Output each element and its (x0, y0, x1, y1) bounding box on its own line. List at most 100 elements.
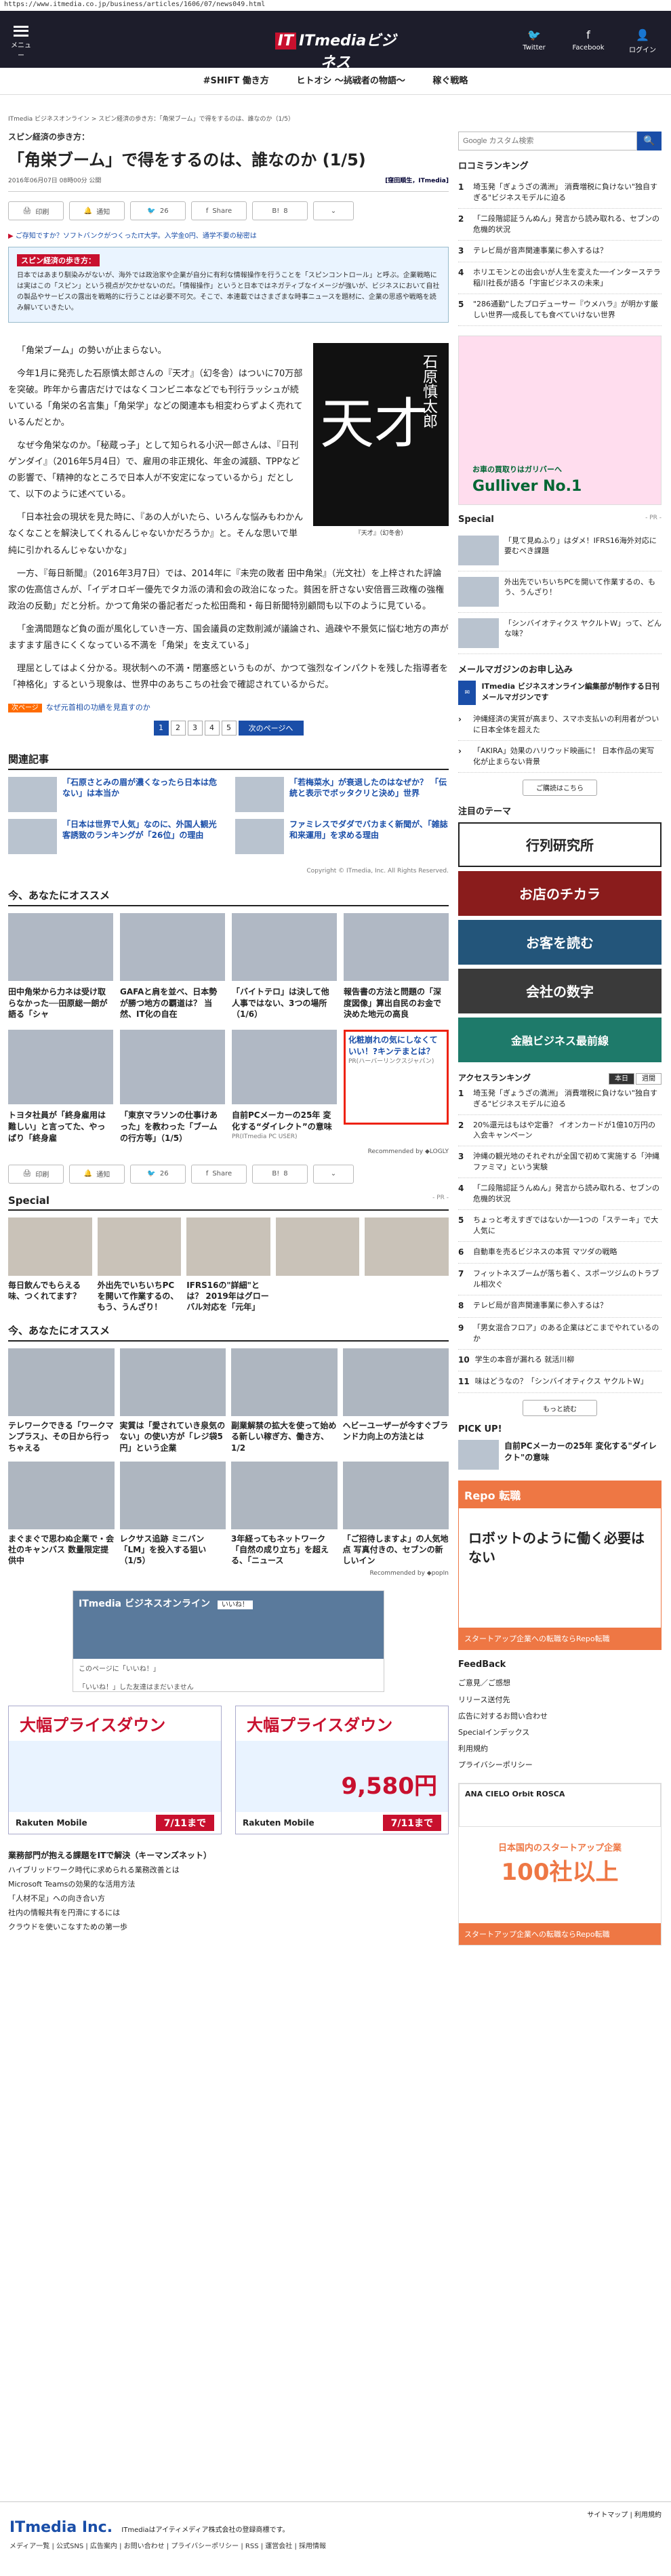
recommend-item[interactable]: 「東京マラソンの仕事けあった」を教わった「ブームの行方等」（1/5） (120, 1030, 225, 1144)
recommend-item[interactable]: トヨタ社員が「終身雇用は難しい」と言ってた、やっぱり「終身雇 (8, 1030, 113, 1144)
special-side-item[interactable]: 外出先でいちいちPCを開いて作業するの、もう、うんざり！ (458, 571, 662, 613)
feedback-link[interactable]: Specialインデックス (458, 1725, 662, 1741)
theme-banner[interactable]: 金融ビジネス最前線 (458, 1017, 662, 1062)
tieup-item[interactable]: Microsoft Teamsの効果的な活用方法 (8, 1878, 449, 1892)
page-5[interactable]: 5 (221, 720, 237, 736)
special-item[interactable]: 外出先でいちいちPCを開いて作業するの、もう、うんざり！ (97, 1217, 182, 1313)
facebook-share-button[interactable]: f Share (191, 1164, 247, 1184)
theme-banner[interactable]: 会社の数字 (458, 968, 662, 1013)
related-item[interactable]: 「日本は世界で人気」なのに、外国人観光客誘致のランキングが「26位」の理由 (8, 818, 222, 854)
search-input[interactable] (458, 132, 637, 150)
promo-link[interactable]: ▶ ご存知ですか？ソフトバンクがつくったIT大学。入学金0円、通学不要の秘密は (8, 230, 449, 240)
mailmag-item[interactable]: › 「AKIRA」効果のハリウッド映画に！ 日本作品の実写化が止まらない背景 (458, 741, 662, 773)
recommend-item[interactable]: レクサス追跡 ミニバン「LM」を投入する狙い（1/5） (119, 1461, 226, 1567)
facebook-page-like[interactable]: このページに「いいね！」 (73, 1659, 384, 1677)
feedback-link[interactable]: プライバシーポリシー (458, 1757, 662, 1773)
ranking-item[interactable]: 4 ホリエモンとの出会いが人生を変えた──インターステラ稲川社長が語る「宇宙ビジネ… (458, 262, 662, 295)
next-page-teaser[interactable]: 次ページ なぜ元首相の功績を見直すのか (8, 702, 449, 712)
special-item[interactable] (365, 1217, 449, 1313)
tieup-item[interactable]: 「人材不足」への向き合い方 (8, 1892, 449, 1906)
hatena-button[interactable]: B! 8 (252, 201, 308, 220)
ranking-item[interactable]: 2 20%還元はもはや定番？ イオンカードが1億10万円の入会キャンペーン (458, 1115, 662, 1147)
footer-sitemap[interactable]: サイトマップ | 利用規約 (9, 2509, 662, 2519)
tieup-item[interactable]: ハイブリッドワーク時代に求められる業務改善とは (8, 1864, 449, 1878)
logly-credit[interactable]: Recommended by ◆LOGLY (8, 1148, 449, 1155)
nav-strategy[interactable]: 稼ぐ戦略 (432, 76, 468, 86)
ranking-item[interactable]: 1 埼玉発「ぎょうざの満洲」 消費増税に負けない"独自すぎる"ビジネスモデルに迫る (458, 1083, 662, 1115)
recommend-item[interactable]: 3年経ってもネットワーク「自然の成り立ち」を超える、「ニュース (231, 1461, 338, 1567)
recommend-item[interactable]: 実質は「愛されていき泉気のない」の使い方が「レジ袋5円」という企業 (119, 1348, 226, 1453)
ranking-item[interactable]: 4 「二段階認証うんぬん」発言から読み取れる、セブンの危機的状況 (458, 1178, 662, 1211)
facebook-page-header[interactable]: ITmedia ビジネスオンライン いいね！ (73, 1591, 384, 1659)
ranking-item[interactable]: 2 「二段階認証うんぬん」発言から読み取れる、セブンの危機的状況 (458, 209, 662, 241)
pocket-button[interactable]: ⌄ (313, 1164, 354, 1184)
print-button[interactable]: 🖨 印刷 (8, 201, 64, 220)
ad-banner[interactable]: 大幅プライスダウン 9,580円 Rakuten Mobile 7/11まで (235, 1706, 449, 1835)
feedback-link[interactable]: 利用規約 (458, 1741, 662, 1757)
recommend-item-pr[interactable]: 自前PCメーカーの25年 変化する“ダイレクト”の意味 PR(ITmedia PC… (232, 1030, 337, 1144)
site-logo[interactable]: IT ITmediaビジネス ONLINE (271, 28, 400, 81)
special-side-item[interactable]: 「シンバイオティクス ヤクルトW」って、どんな味？ (458, 613, 662, 654)
menu-button[interactable]: メニュー (11, 26, 31, 60)
car-ad[interactable]: Gulliver No.1 お車の買取りはガリバーへ (458, 335, 662, 505)
notify-button[interactable]: 🔔 通知 (69, 1164, 125, 1184)
breadcrumb[interactable]: ITmedia ビジネスオンライン > スピン経済の歩き方：「角栄ブーム」で得を… (8, 114, 449, 123)
theme-banner[interactable]: お店のチカラ (458, 870, 662, 916)
subscribe-button[interactable]: ご購読はこちら (523, 779, 597, 796)
facebook-share-button[interactable]: f Share (191, 201, 247, 220)
recommend-item[interactable]: まぐまぐで思わぬ企業で・会社のキャンバス 数量限定提供中 (8, 1461, 115, 1567)
ranking-item[interactable]: 5 "286通勤"したプロデューサー『ウメハラ』が明かす厳しい世界──成長しても食… (458, 294, 662, 326)
tab-week[interactable]: 週間 (636, 1072, 662, 1085)
ranking-item[interactable]: 5 ちょっと考えすぎではないか──1つの「ステーキ」で大人気に (458, 1210, 662, 1243)
tweet-button[interactable]: 🐦 26 (130, 201, 186, 220)
author[interactable]: [窪田順生，ITmedia] (385, 176, 449, 184)
special-side-item[interactable]: 「見て見ぬふり」はダメ！IFRS16海外対応に要むべき課題 (458, 530, 662, 571)
nav-shift[interactable]: #SHIFT 働き方 (203, 76, 269, 86)
ranking-item[interactable]: 6 自動車を売るビジネスの本質 マツダの戦略 (458, 1242, 662, 1264)
ranking-item[interactable]: 3 テレビ局が音声関連事業に参入するは？ (458, 241, 662, 263)
feedback-link[interactable]: 広告に対するお問い合わせ (458, 1708, 662, 1725)
popin-credit[interactable]: Recommended by ◆popIn (8, 1570, 449, 1577)
ranking-item[interactable]: 10 学生の本音が漏れる 就活川柳 (458, 1350, 662, 1371)
related-item[interactable]: 「石原さとみの眉が濃くなったら日本は危ない」は本当か (8, 776, 222, 812)
pocket-button[interactable]: ⌄ (313, 201, 354, 220)
ranking-item[interactable]: 3 沖縄の観光地のそれぞれが全国で初めて実施する「沖縄ファミマ」という実験 (458, 1146, 662, 1179)
hatena-button[interactable]: B! 8 (252, 1164, 308, 1184)
search-icon[interactable]: 🔍 (637, 132, 662, 150)
related-item[interactable]: ファミレスでダダでバカまく新聞が、「雑誌和来運用」を求める理由 (235, 818, 449, 854)
pickup-item[interactable]: 自前PCメーカーの25年 変化する"ダイレクト"の意味 (458, 1440, 662, 1470)
facebook-link[interactable]: f Facebook (569, 28, 607, 52)
ranking-item[interactable]: 9 「男女混合フロア」のある企業はどこまでやれているのか (458, 1318, 662, 1350)
recommend-item[interactable]: GAFAと肩を並べ、日本勢が勝つ地方の覇道は？ 当然、IT化の自在 (120, 912, 225, 1020)
tieup-item[interactable]: 社内の情報共有を円滑にするには (8, 1906, 449, 1920)
special-item[interactable] (275, 1217, 360, 1313)
theme-banner[interactable]: 行列研究所 (458, 822, 662, 867)
recommend-ad-highlight[interactable]: 化粧崩れの気にしなくていい！?キンテまとは？ PR(ハーバーリンクスジャパン) (344, 1030, 449, 1125)
facebook-like-button[interactable]: いいね！ (217, 1601, 253, 1610)
next-page-button[interactable]: 次のページへ (238, 720, 304, 736)
print-button[interactable]: 🖨 印刷 (8, 1164, 64, 1184)
recommend-item[interactable]: 報告書の方法と問題の「深度図像」算出自民のお金で決めた地元の高良 (344, 912, 449, 1020)
login-link[interactable]: 👤 ログイン (624, 28, 662, 54)
special-item[interactable]: 毎日飲んでもらえる味、つくれてます？ (8, 1217, 92, 1313)
tweet-button[interactable]: 🐦 26 (130, 1164, 186, 1184)
tab-today[interactable]: 本日 (609, 1072, 634, 1085)
mailmag-item[interactable]: › 沖縄経済の実質が高まり、スマホ支払いの利用者がついに日本全体を超えた (458, 709, 662, 741)
ranking-item[interactable]: 11 味はどうなの？「シンバイオティクス ヤクルトW」 (458, 1371, 662, 1394)
notify-button[interactable]: 🔔 通知 (69, 201, 125, 220)
tieup-item[interactable]: クラウドを使いこなすための第一歩 (8, 1920, 449, 1935)
twitter-link[interactable]: 🐦 Twitter (515, 28, 553, 52)
recommend-item[interactable]: 副業解禁の拡大を使って始める新しい稼ぎ方、働き方、1/2 (231, 1348, 338, 1453)
feedback-link[interactable]: ご意見／ご感想 (458, 1675, 662, 1691)
feedback-link[interactable]: リリース送付先 (458, 1692, 662, 1708)
ad-banner[interactable]: 大幅プライスダウン Rakuten Mobile 7/11まで (8, 1706, 222, 1835)
ranking-item[interactable]: 7 フィットネスブームが落ち着く、スポーツジムのトラブル相次ぐ (458, 1264, 662, 1296)
footer-logo[interactable]: ITmedia Inc. (9, 2519, 113, 2536)
recommend-item[interactable]: ヘビーユーザーが今すぐブランド力向上の方法とは (342, 1348, 449, 1453)
page-2[interactable]: 2 (170, 720, 186, 736)
recommend-item[interactable]: 「バイトテロ」は決して他人事ではない、3つの場所（1/6） (232, 912, 337, 1020)
ranking-item[interactable]: 8 テレビ局が音声関連事業に参入するは？ (458, 1295, 662, 1318)
series-kicker[interactable]: スピン経済の歩き方： (8, 131, 449, 142)
recommend-item[interactable]: 「ご招待しますよ」の人気地点 写真付きの、セブンの新しいイン (342, 1461, 449, 1567)
special-item[interactable]: IFRS16の"詳細"とは？ 2019年はグローバル対応を「元年」 (186, 1217, 270, 1313)
